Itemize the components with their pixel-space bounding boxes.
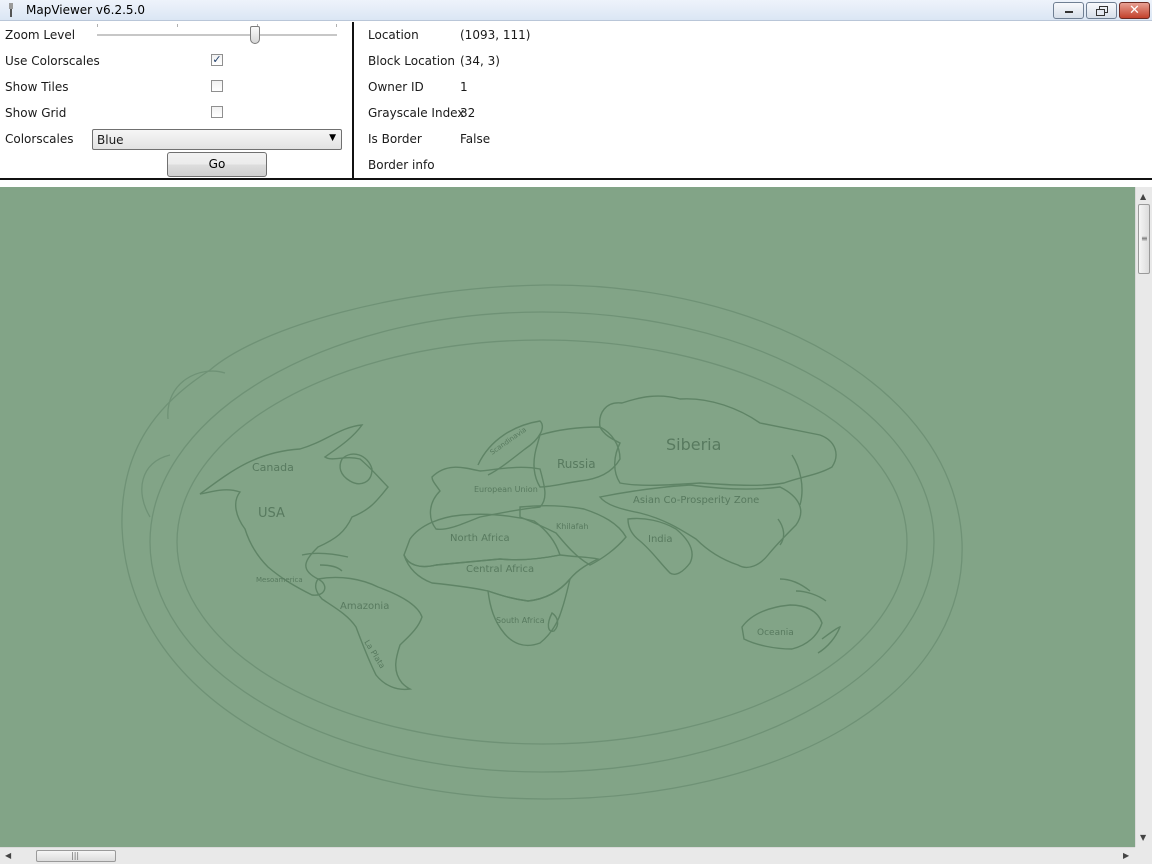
map-frame-bump: [141, 454, 171, 518]
land-central-africa: [403, 554, 601, 602]
colorscales-selected-value: Blue: [97, 133, 124, 147]
land-caribbean: [301, 552, 349, 572]
land-south-africa: [487, 578, 571, 647]
land-islands: [779, 578, 827, 602]
label-asian-coprosperity: Asian Co-Prosperity Zone: [633, 495, 759, 506]
grayscale-index-value: 32: [460, 106, 476, 120]
go-button[interactable]: Go: [167, 152, 267, 177]
zoom-level-label: Zoom Level: [5, 28, 76, 42]
vertical-scroll-thumb[interactable]: ≡: [1138, 204, 1150, 274]
land-india: [627, 517, 693, 575]
label-south-africa: South Africa: [496, 616, 545, 625]
is-border-label: Is Border: [368, 132, 422, 146]
use-colorscales-label: Use Colorscales: [5, 54, 100, 68]
zoom-slider-track[interactable]: [97, 34, 337, 37]
location-label: Location: [368, 28, 419, 42]
scroll-up-icon[interactable]: ▲: [1140, 192, 1146, 201]
label-russia: Russia: [557, 457, 596, 471]
map-top-strip: [0, 180, 1152, 187]
grip-icon: |||: [71, 851, 80, 860]
label-usa: USA: [258, 506, 285, 521]
title-bar: MapViewer v6.2.5.0 ✕: [0, 0, 1152, 21]
minimize-icon: [1064, 10, 1073, 13]
land-north-america: [199, 424, 389, 596]
use-colorscales-checkbox[interactable]: ✓: [211, 54, 223, 66]
land-oceania: [741, 604, 823, 650]
location-value: (1093, 111): [460, 28, 531, 42]
label-canada: Canada: [252, 461, 294, 474]
restore-icon: [1095, 5, 1108, 16]
info-panel: Location (1093, 111) Block Location (34,…: [354, 22, 1152, 178]
scroll-down-icon[interactable]: ▼: [1140, 833, 1146, 842]
colorscales-select[interactable]: Blue ▼: [92, 129, 342, 150]
colorscales-label: Colorscales: [5, 132, 74, 146]
is-border-value: False: [460, 132, 491, 146]
show-tiles-checkbox[interactable]: [211, 80, 223, 92]
owner-id-label: Owner ID: [368, 80, 424, 94]
close-icon: ✕: [1129, 3, 1140, 18]
label-khilafah: Khilafah: [556, 522, 588, 531]
vertical-scrollbar[interactable]: ▲ ≡ ▼: [1135, 187, 1152, 847]
world-map: Canada USA Mesoamerica Amazonia La Plata…: [121, 284, 963, 800]
grayscale-index-label: Grayscale Index: [368, 106, 465, 120]
restore-button[interactable]: [1086, 2, 1117, 19]
label-north-africa: North Africa: [450, 533, 510, 544]
grip-icon: ≡: [1141, 234, 1148, 243]
map-canvas[interactable]: Canada USA Mesoamerica Amazonia La Plata…: [0, 187, 1135, 847]
land-new-zealand: [817, 626, 842, 654]
label-mesoamerica: Mesoamerica: [256, 576, 303, 584]
block-location-value: (34, 3): [460, 54, 500, 68]
slider-tick: [177, 24, 178, 27]
minimize-button[interactable]: [1053, 2, 1084, 19]
scrollbar-corner: [1135, 847, 1152, 864]
map-ring-middle: [149, 311, 935, 773]
slider-tick: [336, 24, 337, 27]
show-grid-label: Show Grid: [5, 106, 67, 120]
close-button[interactable]: ✕: [1119, 2, 1150, 19]
land-scandinavia: [477, 420, 543, 476]
slider-tick: [97, 24, 98, 27]
zoom-slider-thumb[interactable]: [250, 26, 261, 44]
border-info-label: Border info: [368, 158, 435, 172]
window-title: MapViewer v6.2.5.0: [26, 3, 146, 17]
land-south-america: [314, 576, 423, 691]
scroll-right-icon[interactable]: ▶: [1123, 851, 1129, 860]
owner-id-value: 1: [460, 80, 468, 94]
label-siberia: Siberia: [666, 435, 721, 454]
horizontal-scroll-thumb[interactable]: |||: [36, 850, 116, 862]
map-outer-frame: [121, 284, 963, 800]
label-oceania: Oceania: [757, 628, 794, 638]
label-amazonia: Amazonia: [340, 601, 389, 612]
label-central-africa: Central Africa: [466, 564, 534, 575]
scroll-left-icon[interactable]: ◀: [5, 851, 11, 860]
label-india: India: [648, 534, 673, 545]
app-icon: [9, 3, 13, 17]
label-european-union: European Union: [474, 485, 538, 494]
show-grid-checkbox[interactable]: [211, 106, 223, 118]
dropdown-arrow-icon: ▼: [329, 133, 336, 143]
map-ring-inner: [176, 339, 908, 745]
horizontal-scrollbar[interactable]: ◀ ||| ▶: [0, 847, 1135, 864]
show-tiles-label: Show Tiles: [5, 80, 69, 94]
block-location-label: Block Location: [368, 54, 456, 68]
